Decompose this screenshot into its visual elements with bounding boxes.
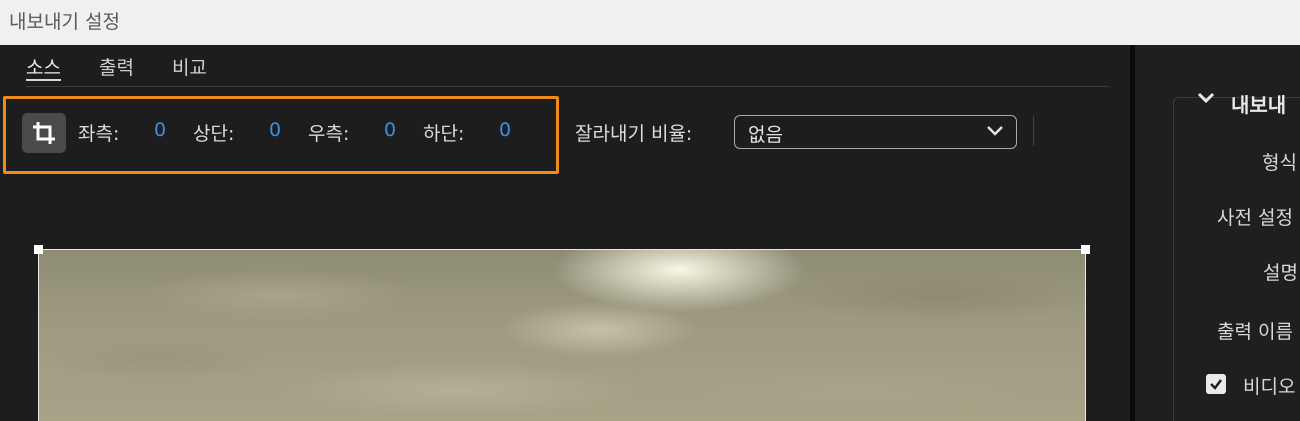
crop-bottom-value[interactable]: 0 — [499, 119, 511, 141]
export-video-checkbox[interactable] — [1206, 374, 1226, 394]
window-title: 내보내기 설정 — [9, 11, 120, 33]
crop-handle-top-right[interactable] — [1081, 245, 1090, 254]
aspect-ratio-value: 없음 — [748, 124, 783, 146]
crop-top-label: 상단: — [193, 123, 235, 145]
tab-bar: 소스 출력 비교 — [26, 53, 245, 81]
tab-divider — [26, 86, 1109, 87]
crop-left-label: 좌측: — [78, 123, 120, 145]
crop-bottom-label: 하단: — [423, 123, 465, 145]
crop-button[interactable] — [22, 113, 66, 153]
aspect-ratio-label: 잘라내기 비율: — [575, 123, 693, 145]
preset-label: 사전 설정 — [1217, 207, 1293, 229]
tab-output[interactable]: 출력 — [99, 53, 134, 81]
crop-top-value[interactable]: 0 — [269, 119, 281, 141]
crop-handle-top-left[interactable] — [34, 245, 43, 254]
aspect-ratio-dropdown[interactable]: 없음 — [734, 115, 1017, 149]
export-settings-panel: 내보내 형식 사전 설정 설명 출력 이름 비디오 — [1135, 45, 1300, 421]
crop-left-value[interactable]: 0 — [154, 119, 166, 141]
preview-image-sky — [39, 250, 1085, 421]
comment-label: 설명 — [1263, 262, 1298, 284]
video-preview — [38, 249, 1086, 421]
tab-compare[interactable]: 비교 — [172, 53, 207, 81]
title-bar: 내보내기 설정 — [0, 0, 1300, 45]
format-label: 형식 — [1262, 152, 1297, 174]
source-panel: 소스 출력 비교 좌측: 0 상단: 0 우측: 0 하단: 0 잘라내기 비율… — [0, 45, 1130, 421]
crop-right-label: 우측: — [308, 123, 350, 145]
section-title[interactable]: 내보내 — [1231, 89, 1286, 118]
checkmark-icon — [1210, 379, 1222, 390]
chevron-down-icon — [987, 126, 1003, 136]
output-name-label: 출력 이름 — [1217, 321, 1293, 343]
chevron-down-icon[interactable] — [1197, 91, 1215, 105]
toolbar-separator — [1033, 116, 1034, 146]
export-video-label: 비디오 — [1243, 376, 1296, 398]
crop-right-value[interactable]: 0 — [384, 119, 396, 141]
tab-source[interactable]: 소스 — [26, 53, 61, 81]
crop-icon — [33, 122, 55, 144]
